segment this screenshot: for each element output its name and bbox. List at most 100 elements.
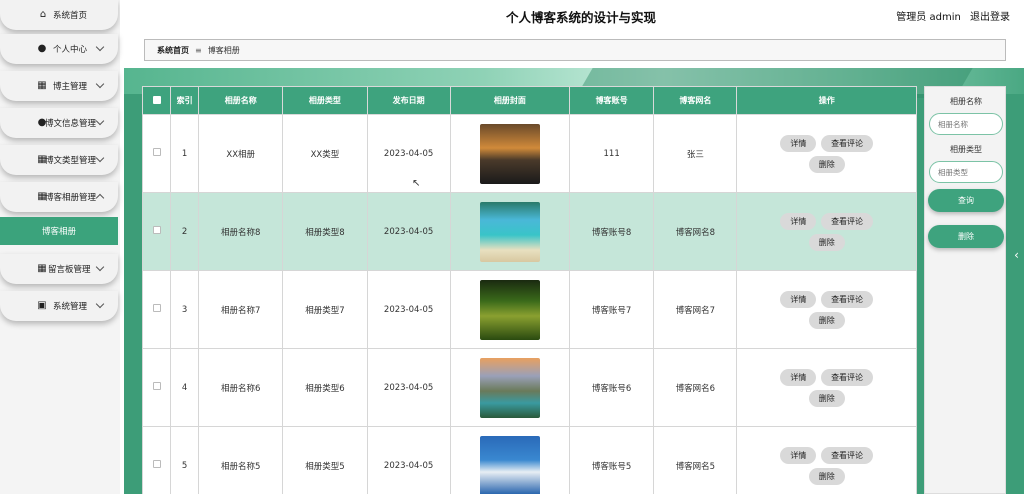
- index-cell: 1: [170, 114, 200, 193]
- nickname-cell: 博客网名6: [653, 348, 738, 427]
- page-title: 个人博客系统的设计与实现: [506, 10, 657, 25]
- view-comments-button[interactable]: 查看评论: [821, 290, 874, 308]
- row-checkbox[interactable]: [152, 226, 161, 234]
- sidebar: ⌂ 系统首页 ● 个人中心 ▦ 博主管理 ● 博文信息管理 ▦ 博文类型管理 ▦…: [0, 0, 120, 494]
- view-comments-button[interactable]: 查看评论: [821, 368, 874, 386]
- mouse-cursor-icon: ↖: [412, 178, 421, 189]
- index-cell: 4: [170, 348, 200, 427]
- nickname-cell: 博客网名7: [653, 270, 738, 349]
- select-all-checkbox[interactable]: [152, 95, 161, 104]
- album-type-cell: 相册类型7: [282, 270, 368, 349]
- nickname-cell: 博客网名5: [653, 426, 738, 494]
- account-cell: 博客账号7: [569, 270, 655, 349]
- column-header: 相册封面: [449, 86, 571, 115]
- column-header: 相册名称: [198, 86, 284, 115]
- album-name-cell: XX相册: [198, 114, 284, 193]
- delete-button[interactable]: 删除: [808, 311, 845, 329]
- detail-button[interactable]: 详情: [780, 446, 817, 464]
- date-cell: 2023-04-05: [366, 348, 451, 427]
- query-button[interactable]: 查询: [928, 189, 1004, 212]
- user-icon: ●: [37, 43, 47, 54]
- logout-link[interactable]: 退出登录: [970, 12, 1010, 23]
- album-type-label: 相册类型: [950, 145, 982, 154]
- account-cell: 博客账号8: [569, 192, 655, 271]
- sidebar-item-post-type-management[interactable]: ▦ 博文类型管理: [0, 145, 118, 175]
- breadcrumb-separator: ≡: [195, 45, 202, 55]
- sidebar-item-label: 博文类型管理: [45, 156, 97, 166]
- album-name-cell: 相册名称7: [198, 270, 284, 349]
- account-cell: 111: [569, 114, 655, 193]
- album-name-cell: 相册名称6: [198, 348, 284, 427]
- index-cell: 5: [170, 426, 200, 494]
- album-type-input[interactable]: [929, 161, 1003, 183]
- actions-cell: 详情 查看评论 删除: [736, 426, 917, 494]
- sidebar-item-album-management[interactable]: ▦ 博客相册管理: [0, 182, 118, 212]
- sidebar-item-label: 个人中心: [53, 45, 88, 55]
- album-name-input[interactable]: [929, 113, 1003, 135]
- album-cover-image: [479, 435, 540, 494]
- delete-button[interactable]: 删除: [808, 467, 845, 485]
- sidebar-item-blogger-management[interactable]: ▦ 博主管理: [0, 71, 118, 101]
- album-cover-image: [479, 279, 540, 340]
- album-type-cell: 相册类型6: [282, 348, 368, 427]
- row-checkbox[interactable]: [152, 148, 161, 156]
- detail-button[interactable]: 详情: [780, 212, 817, 230]
- chevron-down-icon: [95, 262, 105, 272]
- row-select-cell: [141, 348, 172, 427]
- select-all-cell: [141, 86, 172, 115]
- collapse-panel-icon[interactable]: ‹: [1009, 240, 1024, 270]
- sidebar-item-system-management[interactable]: ▣ 系统管理: [0, 291, 118, 321]
- table-row: 4 相册名称6 相册类型6 2023-04-05 博客账号6 博客网名6 详情 …: [141, 348, 917, 427]
- row-select-cell: [141, 114, 172, 193]
- album-type-cell: 相册类型8: [282, 192, 368, 271]
- bulk-delete-button[interactable]: 删除: [928, 225, 1004, 248]
- actions-cell: 详情 查看评论 删除: [736, 114, 917, 193]
- delete-button[interactable]: 删除: [808, 389, 845, 407]
- search-panel: 相册名称 相册类型 查询 删除: [924, 86, 1006, 494]
- actions-cell: 详情 查看评论 删除: [736, 270, 917, 349]
- detail-button[interactable]: 详情: [780, 134, 817, 152]
- sidebar-item-label: 博主管理: [53, 82, 88, 92]
- row-checkbox[interactable]: [152, 382, 161, 390]
- sidebar-item-home[interactable]: ⌂ 系统首页: [0, 0, 118, 30]
- album-cover-image: [479, 123, 540, 184]
- main-content: 索引 相册名称 相册类型 发布日期 相册封面 博客账号 博客网名 操作 1 XX…: [124, 68, 1024, 494]
- table-row: 1 XX相册 XX类型 2023-04-05 111 张三 详情 查看评论 删除: [141, 114, 917, 193]
- calendar-icon: ▦: [37, 80, 47, 91]
- album-type-cell: 相册类型5: [282, 426, 368, 494]
- sidebar-subitem-blog-album[interactable]: 博客相册: [0, 217, 118, 245]
- breadcrumb-home[interactable]: 系统首页: [157, 45, 189, 56]
- column-header: 博客账号: [569, 86, 655, 115]
- actions-cell: 详情 查看评论 删除: [736, 348, 917, 427]
- date-cell: 2023-04-05: [366, 426, 451, 494]
- briefcase-icon: ▣: [37, 300, 47, 311]
- sidebar-item-personal-center[interactable]: ● 个人中心: [0, 34, 118, 64]
- view-comments-button[interactable]: 查看评论: [821, 446, 874, 464]
- sidebar-item-label: 系统管理: [53, 302, 88, 312]
- header: 个人博客系统的设计与实现 管理员 admin 退出登录: [120, 0, 1024, 32]
- delete-button[interactable]: 删除: [808, 233, 845, 251]
- nickname-cell: 张三: [653, 114, 738, 193]
- view-comments-button[interactable]: 查看评论: [821, 212, 874, 230]
- chevron-down-icon: [95, 79, 105, 89]
- sidebar-item-post-info-management[interactable]: ● 博文信息管理: [0, 108, 118, 138]
- chevron-down-icon: [95, 42, 105, 52]
- cover-cell: [449, 426, 571, 494]
- nickname-cell: 博客网名8: [653, 192, 738, 271]
- index-cell: 3: [170, 270, 200, 349]
- date-cell: 2023-04-05: [366, 114, 451, 193]
- view-comments-button[interactable]: 查看评论: [821, 134, 874, 152]
- sidebar-item-message-board-management[interactable]: ▦ 留言板管理: [0, 254, 118, 284]
- detail-button[interactable]: 详情: [780, 368, 817, 386]
- row-select-cell: [141, 192, 172, 271]
- row-checkbox[interactable]: [152, 304, 161, 312]
- album-table: 索引 相册名称 相册类型 发布日期 相册封面 博客账号 博客网名 操作 1 XX…: [141, 86, 917, 494]
- column-header: 相册类型: [282, 86, 368, 115]
- chevron-down-icon: [95, 153, 105, 163]
- delete-button[interactable]: 删除: [808, 155, 845, 173]
- home-icon: ⌂: [39, 9, 47, 20]
- column-header: 索引: [170, 86, 200, 115]
- detail-button[interactable]: 详情: [780, 290, 817, 308]
- album-name-cell: 相册名称8: [198, 192, 284, 271]
- row-checkbox[interactable]: [152, 460, 161, 468]
